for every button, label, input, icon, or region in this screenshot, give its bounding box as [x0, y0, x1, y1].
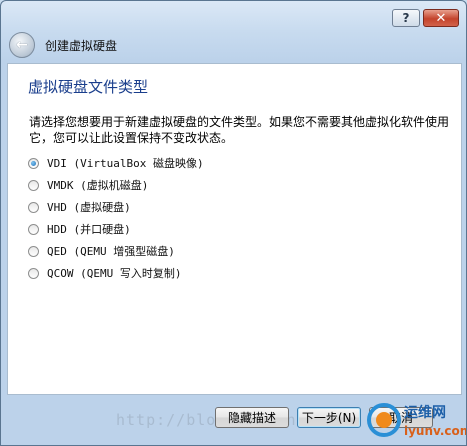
wizard-page: 虚拟硬盘文件类型 请选择您想要用于新建虚拟硬盘的文件类型。如果您不需要其他虚拟化…	[7, 63, 462, 395]
radio-button[interactable]	[28, 157, 39, 169]
option-label: HDD (并口硬盘)	[47, 223, 131, 236]
dialog-window: ? ✕ ← 创建虚拟硬盘 虚拟硬盘文件类型 请选择您想要用于新建虚拟硬盘的文件类…	[0, 0, 467, 446]
window-title: 创建虚拟硬盘	[45, 38, 118, 53]
radio-button[interactable]	[28, 245, 39, 257]
radio-button[interactable]	[28, 267, 39, 279]
next-button[interactable]: 下一步(N)	[297, 407, 361, 428]
option-vhd[interactable]: VHD (虚拟硬盘)	[28, 196, 204, 218]
option-vmdk[interactable]: VMDK (虚拟机磁盘)	[28, 174, 204, 196]
option-label: VHD (虚拟硬盘)	[47, 201, 131, 214]
cancel-button[interactable]: 取消	[369, 407, 433, 428]
wizard-header: ← 创建虚拟硬盘	[9, 30, 117, 60]
back-button[interactable]: ←	[9, 32, 35, 58]
option-qed[interactable]: QED (QEMU 增强型磁盘)	[28, 240, 204, 262]
radio-button[interactable]	[28, 201, 39, 213]
page-title: 虚拟硬盘文件类型	[28, 78, 149, 96]
option-label: VDI (VirtualBox 磁盘映像)	[47, 157, 204, 170]
file-type-radio-group: VDI (VirtualBox 磁盘映像) VMDK (虚拟机磁盘) VHD (…	[28, 152, 204, 284]
radio-button[interactable]	[28, 223, 39, 235]
title-bar: ? ✕	[1, 1, 466, 27]
option-label: VMDK (虚拟机磁盘)	[47, 179, 149, 192]
option-vdi[interactable]: VDI (VirtualBox 磁盘映像)	[28, 152, 204, 174]
page-description: 请选择您想要用于新建虚拟硬盘的文件类型。如果您不需要其他虚拟化软件使用它，您可以…	[29, 115, 450, 145]
radio-button[interactable]	[28, 179, 39, 191]
help-button[interactable]: ?	[392, 9, 420, 27]
arrow-left-icon: ←	[16, 37, 28, 53]
option-qcow[interactable]: QCOW (QEMU 写入时复制)	[28, 262, 204, 284]
hide-description-button[interactable]: 隐藏描述	[215, 407, 289, 428]
option-label: QCOW (QEMU 写入时复制)	[47, 267, 182, 280]
close-button[interactable]: ✕	[423, 9, 459, 27]
button-bar: 隐藏描述 下一步(N) 取消	[215, 407, 433, 428]
option-label: QED (QEMU 增强型磁盘)	[47, 245, 175, 258]
option-hdd[interactable]: HDD (并口硬盘)	[28, 218, 204, 240]
